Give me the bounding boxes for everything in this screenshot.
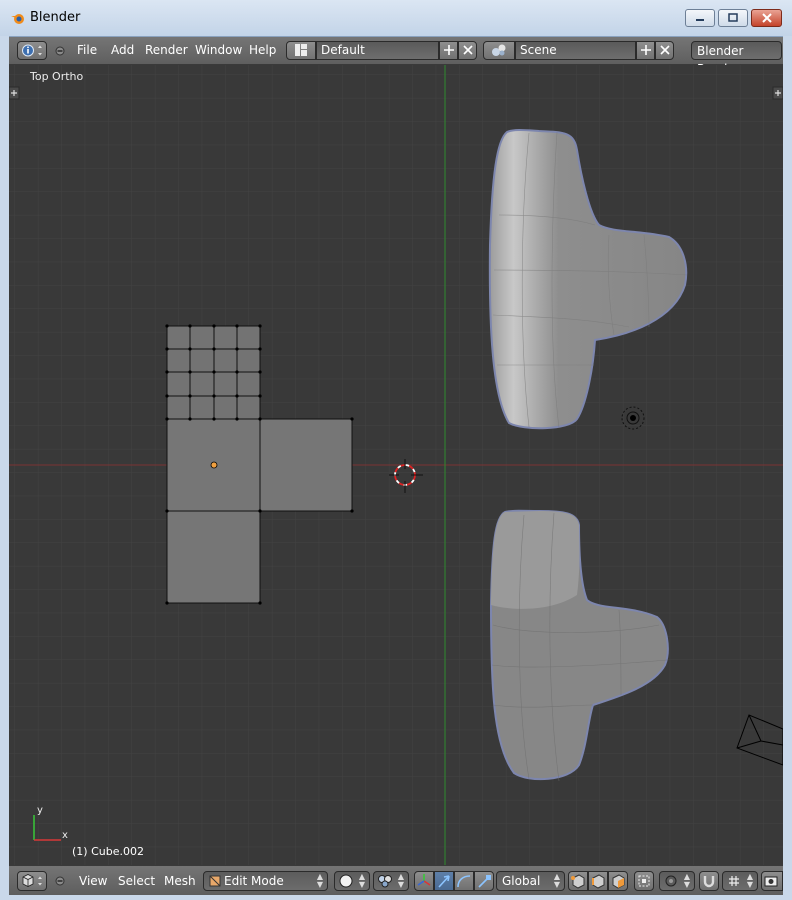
face-select-icon <box>612 874 625 889</box>
window-frame-left <box>0 36 9 900</box>
edge-select-toggle[interactable] <box>588 871 608 891</box>
proportional-off-icon <box>665 875 677 887</box>
menu-mesh[interactable]: Mesh <box>164 874 196 888</box>
menu-add[interactable]: Add <box>111 43 134 57</box>
properties-toggle-icon[interactable] <box>772 86 783 100</box>
transform-orientation-dropdown[interactable]: Global ▲ ▼ <box>496 871 565 891</box>
dropdown-arrows-icon: ▲ ▼ <box>316 872 323 889</box>
menu-select[interactable]: Select <box>118 874 155 888</box>
menu-render[interactable]: Render <box>145 43 188 57</box>
info-header: File Add Render Window Help Default Scen… <box>9 37 783 76</box>
scale-icon <box>478 875 491 888</box>
3d-view-header: View Select Mesh Edit Mode ▲ ▼ ▲ ▼ ▲ ▼ Glob… <box>9 865 783 896</box>
window-frame-bottom <box>0 895 792 900</box>
orientation-label: Global <box>502 874 541 888</box>
collapse-menu-icon[interactable] <box>55 876 65 886</box>
mode-label: Edit Mode <box>224 874 284 888</box>
proportional-editing-dropdown[interactable]: ▲ ▼ <box>659 871 695 891</box>
render-engine-dropdown[interactable]: Blender Render <box>691 41 782 76</box>
editor-type-button[interactable] <box>17 41 47 60</box>
maximize-button[interactable] <box>718 9 748 27</box>
info-icon <box>22 44 42 57</box>
snap-increment-icon <box>729 876 739 886</box>
3d-view-icon <box>22 874 42 887</box>
layout-browse-button[interactable] <box>286 41 316 60</box>
pivot-point-dropdown[interactable]: ▲ ▼ <box>373 871 409 891</box>
dropdown-arrows-icon: ▲ ▼ <box>746 872 753 889</box>
rotate-icon <box>457 875 471 888</box>
screen-layout-icon <box>295 44 307 56</box>
render-preview-button[interactable] <box>761 871 783 891</box>
dropdown-arrows-icon: ▲ ▼ <box>553 872 560 889</box>
layout-name-field[interactable]: Default <box>316 41 439 60</box>
minimize-icon <box>696 19 704 21</box>
plus-icon <box>443 45 454 55</box>
viewport-shading-dropdown[interactable]: ▲ ▼ <box>334 871 370 891</box>
manipulator-icon <box>417 874 431 886</box>
x-icon <box>659 45 670 55</box>
x-icon <box>462 45 473 55</box>
pivot-icon <box>378 875 392 888</box>
face-select-toggle[interactable] <box>608 871 628 891</box>
camera-render-icon <box>764 876 778 887</box>
vertex-select-icon <box>571 874 585 889</box>
plus-icon <box>640 45 651 55</box>
layout-delete-button[interactable] <box>458 41 477 60</box>
axis-y-label: y <box>37 805 43 816</box>
dropdown-arrows-icon: ▲ ▼ <box>397 872 404 889</box>
active-object-label: (1) Cube.002 <box>72 845 144 858</box>
snap-element-dropdown[interactable]: ▲ ▼ <box>722 871 758 891</box>
magnet-icon <box>703 876 715 888</box>
scene-name-field[interactable]: Scene <box>515 41 636 60</box>
snap-toggle[interactable] <box>699 871 719 891</box>
editor-type-button[interactable] <box>17 871 47 891</box>
layout-add-button[interactable] <box>439 41 458 60</box>
translate-manipulator[interactable] <box>434 871 454 891</box>
solid-shading-icon <box>339 874 353 888</box>
maximize-icon <box>728 13 738 22</box>
collapse-menu-icon[interactable] <box>55 46 65 56</box>
menu-window[interactable]: Window <box>195 43 242 57</box>
scene-icon <box>492 44 506 56</box>
vertex-select-toggle[interactable] <box>568 871 588 891</box>
minimize-button[interactable] <box>685 9 715 27</box>
blender-logo-icon <box>11 14 24 24</box>
axis-x-label: x <box>62 830 68 841</box>
object-origin <box>210 461 218 469</box>
scene-browse-button[interactable] <box>483 41 515 60</box>
dropdown-arrows-icon: ▲ ▼ <box>358 872 365 889</box>
rotate-manipulator[interactable] <box>454 871 474 891</box>
menu-help[interactable]: Help <box>249 43 276 57</box>
limit-selection-toggle[interactable] <box>634 871 654 891</box>
viewport-canvas: y x <box>9 65 783 865</box>
view-name-label: Top Ortho <box>30 70 84 83</box>
edge-select-icon <box>592 874 605 889</box>
3d-viewport[interactable]: y x Top Ortho (1) Cube.002 <box>9 65 783 865</box>
scene-add-button[interactable] <box>636 41 655 60</box>
arrow-icon <box>438 875 450 888</box>
mode-dropdown[interactable]: Edit Mode ▲ ▼ <box>203 871 328 891</box>
window-frame-right <box>783 36 792 900</box>
menu-view[interactable]: View <box>79 874 107 888</box>
close-icon <box>761 13 772 23</box>
manipulator-toggle[interactable] <box>414 871 434 891</box>
title-bar: Blender <box>0 0 792 37</box>
dropdown-arrows-icon: ▲ ▼ <box>683 872 690 889</box>
close-button[interactable] <box>751 9 782 27</box>
scale-manipulator[interactable] <box>474 871 494 891</box>
toolshelf-toggle-icon[interactable] <box>9 86 20 100</box>
menu-file[interactable]: File <box>77 43 97 57</box>
occlude-geometry-icon <box>638 875 650 887</box>
edit-mode-icon <box>209 875 221 887</box>
scene-delete-button[interactable] <box>655 41 674 60</box>
window-title: Blender <box>30 10 81 25</box>
